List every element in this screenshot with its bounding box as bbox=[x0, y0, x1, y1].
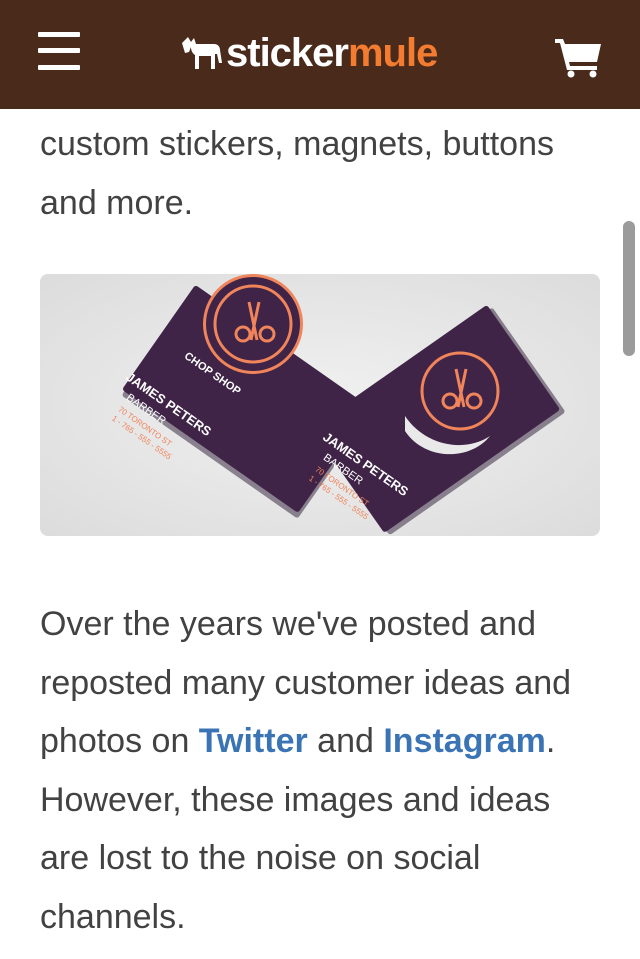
social-channels-paragraph: Over the years we've posted and reposted… bbox=[40, 595, 600, 946]
intro-text: custom stickers, magnets, buttons and mo… bbox=[40, 125, 554, 222]
logo-text-sticker: sticker bbox=[226, 30, 349, 75]
business-card-sticker-photo: CHOP SHOP JAMES PETERS BARBER 70 TORONTO… bbox=[40, 274, 600, 536]
top-navigation-bar: sticker mule bbox=[0, 0, 640, 109]
shopping-cart-icon[interactable] bbox=[555, 36, 603, 78]
twitter-link[interactable]: Twitter bbox=[199, 722, 308, 760]
paragraph-text-between: and bbox=[307, 722, 384, 760]
stickermule-logo[interactable]: sticker mule bbox=[180, 30, 438, 76]
hamburger-menu-icon[interactable] bbox=[38, 32, 80, 72]
mule-icon bbox=[182, 37, 222, 69]
chop-shop-emblem-left bbox=[203, 274, 303, 374]
instagram-link[interactable]: Instagram bbox=[383, 722, 546, 760]
logo-text-mule: mule bbox=[347, 30, 438, 75]
vertical-scrollbar-thumb[interactable] bbox=[623, 221, 635, 356]
